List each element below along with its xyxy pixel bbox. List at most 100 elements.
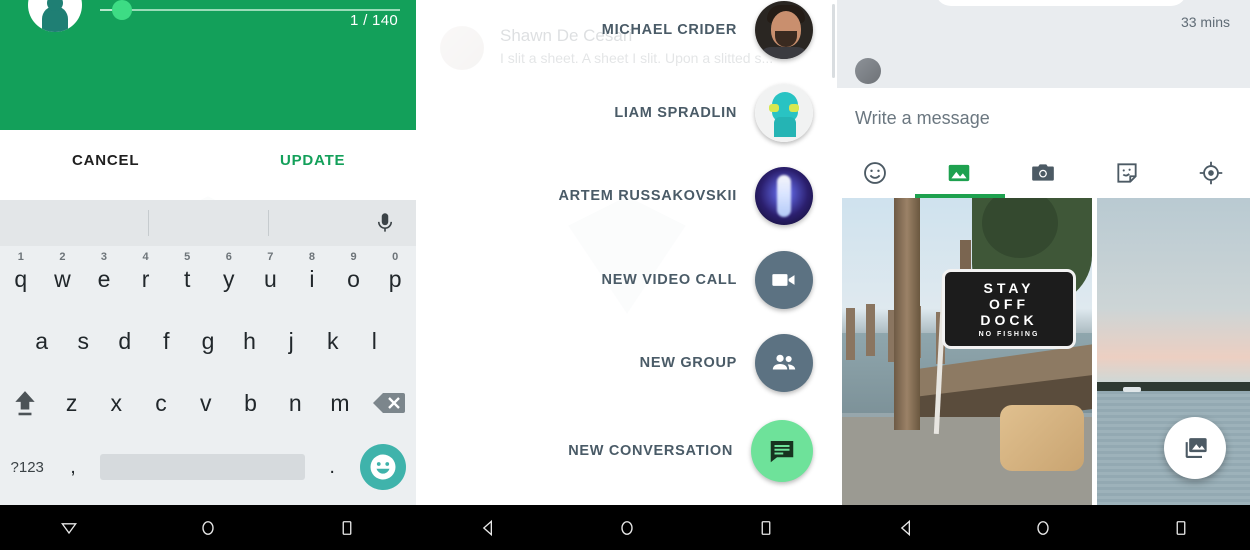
key-num: 0 bbox=[392, 250, 399, 263]
avatar-artem-russakovskii[interactable] bbox=[755, 167, 813, 225]
home-circle-icon[interactable] bbox=[1023, 513, 1063, 543]
backspace-icon[interactable] bbox=[362, 392, 416, 414]
key-k[interactable]: k bbox=[312, 329, 354, 353]
navbar-2[interactable] bbox=[418, 505, 835, 550]
message-avatar bbox=[855, 58, 881, 84]
key-label: r bbox=[141, 265, 150, 292]
key-n[interactable]: n bbox=[273, 391, 318, 415]
message-bubble-icon[interactable] bbox=[751, 420, 813, 482]
gallery-image-icon[interactable] bbox=[937, 156, 981, 190]
key-num: 9 bbox=[350, 250, 357, 263]
status-hero: 1 / 140 bbox=[0, 0, 416, 130]
key-r[interactable]: 4r bbox=[125, 251, 167, 292]
sticker-icon[interactable] bbox=[1105, 156, 1149, 190]
sign-line-2: OFF bbox=[989, 295, 1029, 312]
key-o[interactable]: 9o bbox=[333, 251, 375, 291]
camera-icon[interactable] bbox=[1021, 156, 1065, 190]
keyboard-dismiss-icon[interactable] bbox=[49, 513, 89, 543]
slider-track bbox=[100, 9, 400, 11]
back-triangle-icon[interactable] bbox=[468, 513, 508, 543]
speed-dial-item-new-group[interactable]: NEW GROUP bbox=[640, 334, 813, 392]
speed-dial-item-new-video-call[interactable]: NEW VIDEO CALL bbox=[602, 251, 813, 309]
person-avatar-icon bbox=[28, 0, 82, 32]
key-s[interactable]: s bbox=[62, 329, 104, 353]
key-b[interactable]: b bbox=[228, 391, 273, 415]
key-m[interactable]: m bbox=[318, 391, 363, 415]
key-p[interactable]: 0p bbox=[374, 251, 416, 291]
attachment-icon-row[interactable] bbox=[837, 150, 1250, 198]
key-num: 6 bbox=[225, 250, 232, 263]
suggestion-strip[interactable] bbox=[0, 200, 416, 246]
key-a[interactable]: a bbox=[21, 329, 63, 353]
emoji-smiley-icon[interactable] bbox=[360, 444, 407, 490]
key-l[interactable]: l bbox=[354, 329, 396, 353]
scrollbar[interactable] bbox=[832, 4, 835, 78]
navbar-3[interactable] bbox=[837, 505, 1250, 550]
key-x[interactable]: x bbox=[94, 391, 139, 415]
key-d[interactable]: d bbox=[104, 329, 146, 353]
avatar-liam-spradlin[interactable] bbox=[755, 84, 813, 142]
slider-thumb[interactable] bbox=[112, 0, 132, 20]
navbar-1[interactable] bbox=[0, 505, 416, 550]
speed-dial-item-michael-crider[interactable]: MICHAEL CRIDER bbox=[602, 1, 813, 59]
key-u[interactable]: 7u bbox=[250, 251, 292, 291]
key-num: 4 bbox=[142, 250, 149, 263]
photo-library-icon[interactable] bbox=[1164, 417, 1226, 479]
photo-gallery-strip[interactable]: STAY OFF DOCK NO FISHING bbox=[837, 198, 1250, 505]
android-keyboard[interactable]: 1q 2w 3e 4r 5t 6y 7u 8i 9o 0p a s d f g … bbox=[0, 200, 416, 505]
emoji-smiley-icon[interactable] bbox=[853, 156, 897, 190]
key-v[interactable]: v bbox=[183, 391, 228, 415]
recents-square-icon[interactable] bbox=[1161, 513, 1201, 543]
message-input-placeholder[interactable]: Write a message bbox=[855, 108, 990, 129]
key-j[interactable]: j bbox=[270, 329, 312, 353]
video-camera-icon[interactable] bbox=[755, 251, 813, 309]
people-group-icon[interactable] bbox=[755, 334, 813, 392]
avatar-michael-crider[interactable] bbox=[755, 1, 813, 59]
shift-icon[interactable] bbox=[0, 389, 49, 417]
key-g[interactable]: g bbox=[187, 329, 229, 353]
home-circle-icon[interactable] bbox=[607, 513, 647, 543]
keyboard-row-2: a s d f g h j k l bbox=[0, 310, 416, 372]
character-counter: 1 / 140 bbox=[350, 12, 398, 29]
key-num: 3 bbox=[100, 250, 108, 263]
speed-dial-item-liam-spradlin[interactable]: LIAM SPRADLIN bbox=[614, 84, 813, 142]
key-h[interactable]: h bbox=[229, 329, 271, 353]
keyboard-rows[interactable]: 1q 2w 3e 4r 5t 6y 7u 8i 9o 0p a s d f g … bbox=[0, 246, 416, 505]
recents-square-icon[interactable] bbox=[746, 513, 786, 543]
microphone-icon[interactable] bbox=[372, 210, 398, 236]
back-triangle-icon[interactable] bbox=[886, 513, 926, 543]
dock-sign-photo[interactable]: STAY OFF DOCK NO FISHING bbox=[842, 198, 1092, 505]
recents-square-icon[interactable] bbox=[327, 513, 367, 543]
key-t[interactable]: 5t bbox=[166, 251, 208, 291]
key-y[interactable]: 6y bbox=[208, 251, 250, 292]
location-target-icon[interactable] bbox=[1189, 156, 1233, 190]
key-c[interactable]: c bbox=[139, 391, 184, 415]
period-key[interactable]: . bbox=[314, 456, 351, 479]
background-avatar bbox=[440, 26, 484, 70]
symbols-key[interactable]: ?123 bbox=[0, 459, 54, 476]
suggestion-divider bbox=[268, 210, 269, 236]
key-w[interactable]: 2w bbox=[42, 251, 84, 291]
update-button[interactable]: UPDATE bbox=[280, 152, 345, 169]
cancel-button[interactable]: CANCEL bbox=[72, 152, 139, 169]
emoji-key[interactable] bbox=[351, 444, 416, 490]
message-bubble[interactable] bbox=[935, 0, 1187, 6]
key-z[interactable]: z bbox=[49, 391, 94, 415]
key-e[interactable]: 3e bbox=[83, 251, 125, 291]
key-f[interactable]: f bbox=[146, 329, 188, 353]
home-circle-icon[interactable] bbox=[188, 513, 228, 543]
key-label: y bbox=[223, 265, 235, 292]
comma-key[interactable]: , bbox=[54, 456, 91, 479]
key-num: 2 bbox=[59, 250, 66, 263]
key-q[interactable]: 1q bbox=[0, 251, 42, 291]
speed-dial-item-new-conversation[interactable]: NEW CONVERSATION bbox=[568, 420, 813, 482]
speed-dial-label: NEW VIDEO CALL bbox=[601, 272, 737, 288]
keyboard-row-3: z x c v b n m bbox=[0, 372, 416, 434]
space-key[interactable] bbox=[91, 454, 313, 480]
chat-thread-area: 33 mins bbox=[837, 0, 1250, 88]
key-num: 8 bbox=[308, 250, 316, 263]
message-input-row[interactable]: Write a message bbox=[837, 88, 1250, 150]
key-i[interactable]: 8i bbox=[291, 251, 333, 291]
message-timestamp: 33 mins bbox=[1180, 14, 1230, 30]
speed-dial-item-artem-russakovskii[interactable]: ARTEM RUSSAKOVSKII bbox=[558, 167, 813, 225]
